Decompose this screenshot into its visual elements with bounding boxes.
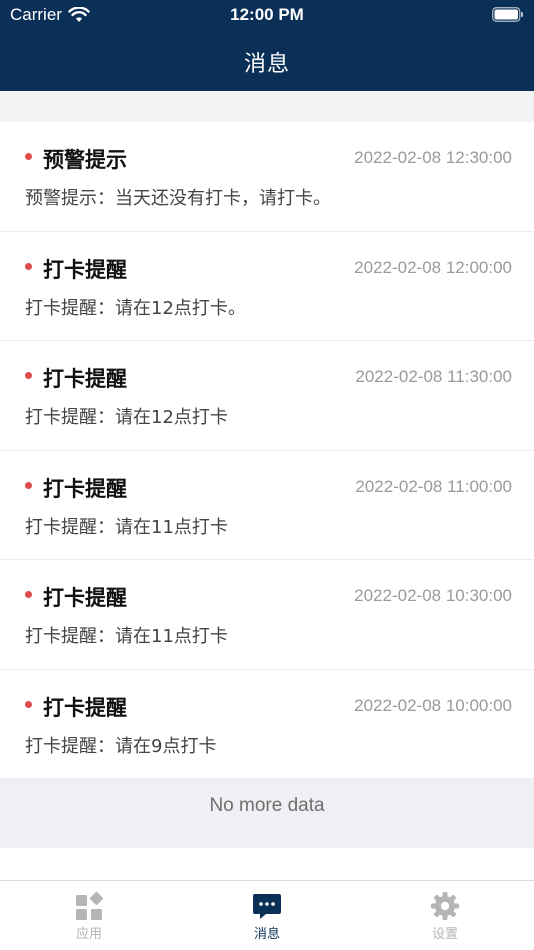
message-time: 2022-02-08 10:00:00 xyxy=(354,695,512,715)
list-item[interactable]: 打卡提醒 2022-02-08 10:30:00 打卡提醒：请在11点打卡 xyxy=(0,560,534,670)
tab-settings[interactable]: 设置 xyxy=(395,891,495,942)
gear-icon xyxy=(431,892,459,920)
message-body: 打卡提醒：请在12点打卡 xyxy=(25,407,228,428)
list-item[interactable]: 打卡提醒 2022-02-08 10:00:00 打卡提醒：请在9点打卡 xyxy=(0,670,534,780)
no-more-data-label: No more data xyxy=(0,778,534,848)
battery-icon xyxy=(492,7,523,22)
list-item[interactable]: 打卡提醒 2022-02-08 11:30:00 打卡提醒：请在12点打卡 xyxy=(0,341,534,451)
message-time: 2022-02-08 10:30:00 xyxy=(354,586,512,605)
tab-settings-label: 设置 xyxy=(431,927,458,942)
message-body: 打卡提醒：请在11点打卡 xyxy=(25,516,228,538)
message-body: 打卡提醒：请在9点打卡 xyxy=(25,735,217,757)
unread-dot xyxy=(25,153,32,160)
tab-apps[interactable]: 应用 xyxy=(39,891,139,942)
message-title: 打卡提醒 xyxy=(43,586,127,610)
message-time: 2022-02-08 12:30:00 xyxy=(354,148,512,167)
list-item[interactable]: 打卡提醒 2022-02-08 11:00:00 打卡提醒：请在11点打卡 xyxy=(0,451,534,560)
message-body: 打卡提醒：请在12点打卡。 xyxy=(25,297,246,319)
message-title: 打卡提醒 xyxy=(43,695,127,720)
unread-dot xyxy=(25,700,32,708)
message-time: 2022-02-08 12:00:00 xyxy=(354,257,512,277)
message-title: 打卡提醒 xyxy=(43,257,127,282)
status-bar: Carrier 12:00 PM xyxy=(0,0,534,30)
nav-bar: 消息 xyxy=(0,30,534,91)
tab-bar: 应用 消息 设置 xyxy=(0,880,534,950)
status-time: 12:00 PM xyxy=(230,5,304,24)
message-title: 预警提示 xyxy=(43,148,127,172)
unread-dot xyxy=(25,262,32,270)
unread-dot xyxy=(25,591,32,598)
unread-dot xyxy=(25,372,32,379)
message-body: 打卡提醒：请在11点打卡 xyxy=(25,626,228,647)
list-bottom-spacer xyxy=(0,848,534,880)
message-time: 2022-02-08 11:00:00 xyxy=(355,476,512,496)
message-body: 预警提示：当天还没有打卡，请打卡。 xyxy=(25,188,331,209)
list-item[interactable]: 预警提示 2022-02-08 12:30:00 预警提示：当天还没有打卡，请打… xyxy=(0,122,534,232)
unread-dot xyxy=(25,481,32,489)
list-item[interactable]: 打卡提醒 2022-02-08 12:00:00 打卡提醒：请在12点打卡。 xyxy=(0,232,534,341)
message-time: 2022-02-08 11:30:00 xyxy=(355,367,512,386)
message-icon xyxy=(253,894,281,919)
message-title: 打卡提醒 xyxy=(43,367,127,391)
message-title: 打卡提醒 xyxy=(43,476,127,501)
message-list: 预警提示 2022-02-08 12:30:00 预警提示：当天还没有打卡，请打… xyxy=(0,122,534,779)
tab-apps-label: 应用 xyxy=(75,927,102,942)
tab-messages[interactable]: 消息 xyxy=(217,891,317,942)
page-title: 消息 xyxy=(243,52,290,77)
tab-messages-label: 消息 xyxy=(253,927,280,942)
apps-icon xyxy=(76,892,103,920)
